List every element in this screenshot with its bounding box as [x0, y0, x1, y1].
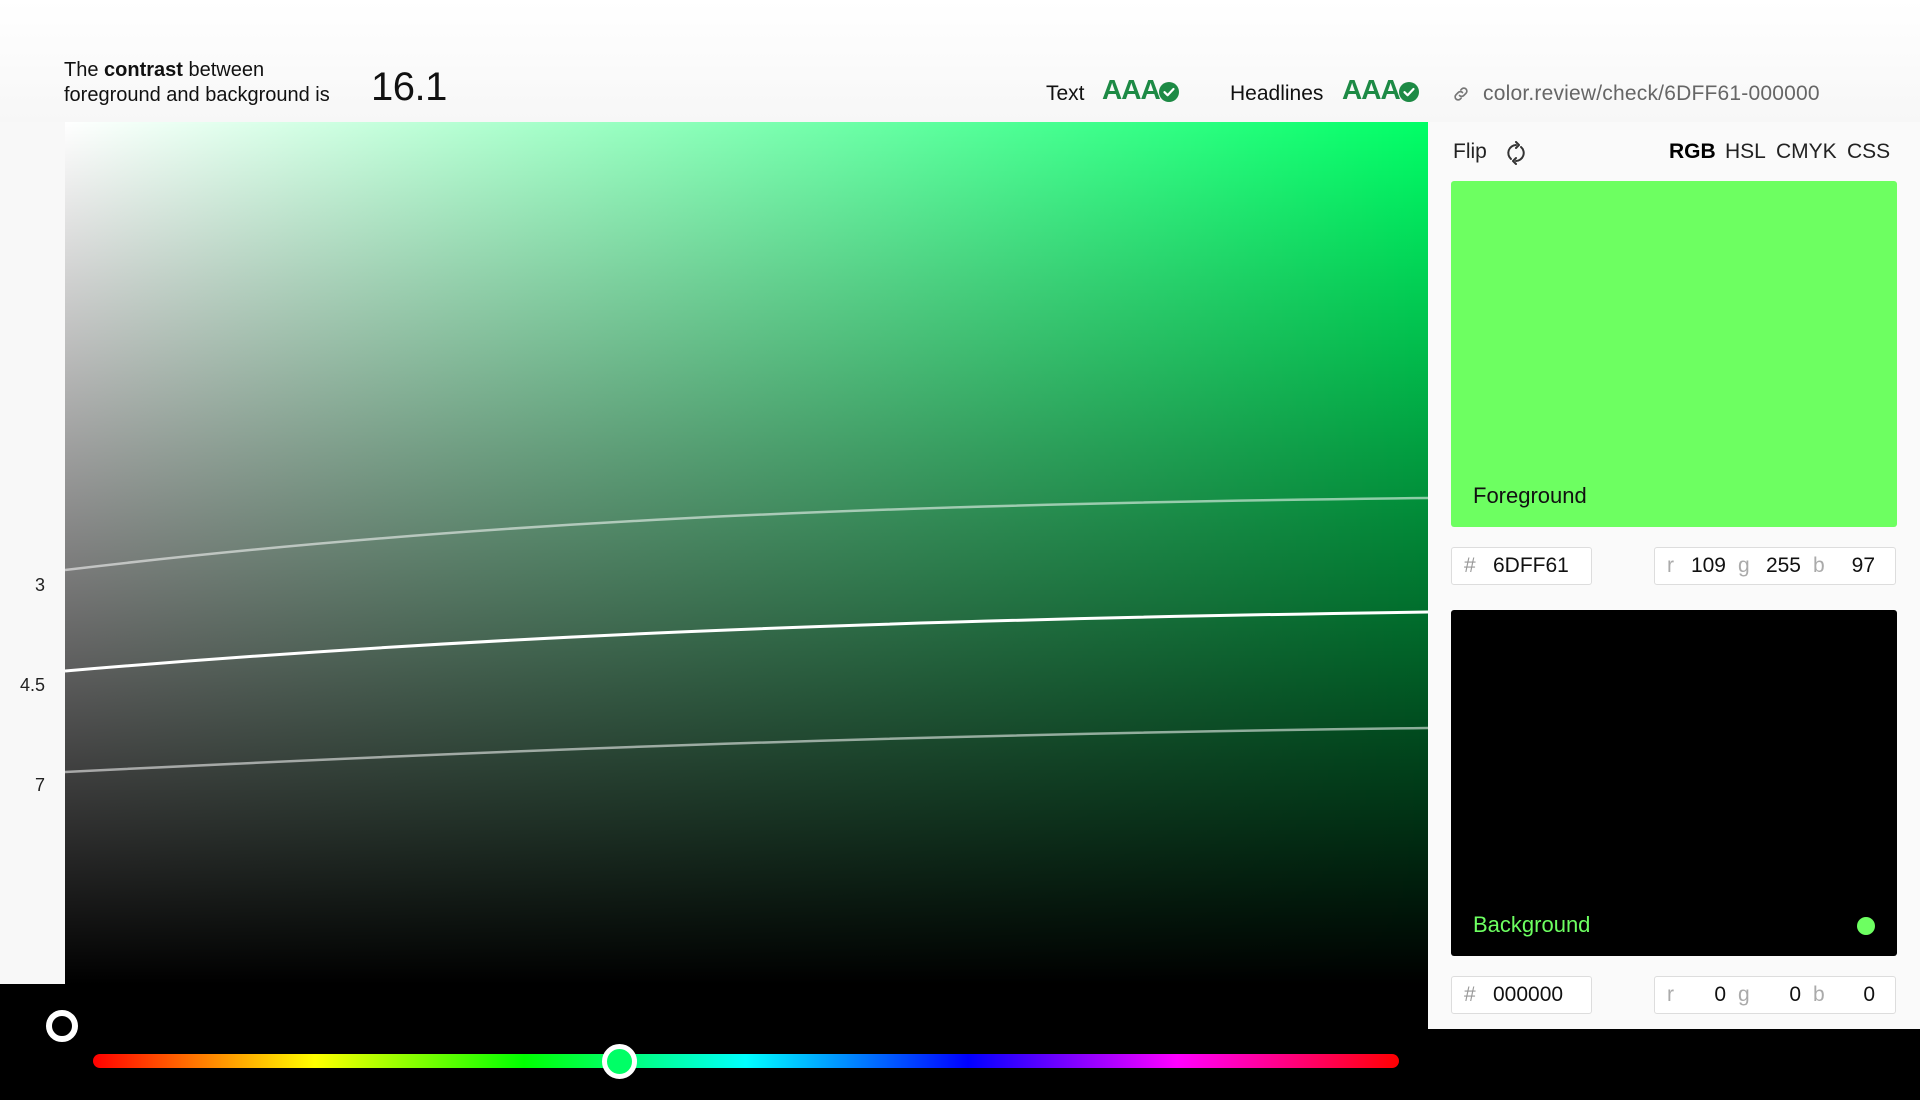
foreground-b-value[interactable]: 97 — [1835, 554, 1875, 578]
foreground-rgb-input[interactable]: r 109 g 255 b 97 — [1654, 547, 1896, 585]
background-rgb-input[interactable]: r 0 g 0 b 0 — [1654, 976, 1896, 1014]
r-label: r — [1667, 554, 1674, 577]
color-panel: Flip RGB HSL CMYK CSS Foreground # 6DFF6… — [1428, 122, 1920, 1029]
color-picker-area[interactable] — [65, 122, 1428, 984]
background-hex-value[interactable]: 000000 — [1493, 983, 1563, 1007]
check-circle-icon — [1399, 82, 1419, 102]
foreground-swatch[interactable]: Foreground — [1451, 181, 1897, 527]
contrast-bold-word: contrast — [104, 59, 183, 81]
ratio-label-4-5: 4.5 — [20, 675, 46, 695]
background-label: Background — [1473, 912, 1591, 937]
link-icon[interactable] — [1452, 85, 1470, 103]
share-link[interactable]: color.review/check/6DFF61-000000 — [1483, 82, 1820, 106]
headlines-rating-label: Headlines — [1230, 82, 1324, 105]
tab-rgb[interactable]: RGB — [1669, 140, 1716, 164]
background-r-value[interactable]: 0 — [1690, 983, 1726, 1007]
g-label: g — [1738, 554, 1750, 577]
foreground-label: Foreground — [1473, 483, 1587, 508]
background-hex-input[interactable]: # 000000 — [1451, 976, 1592, 1014]
hue-slider-track[interactable] — [93, 1054, 1399, 1068]
b-label: b — [1813, 554, 1825, 577]
foreground-hex-value[interactable]: 6DFF61 — [1493, 554, 1569, 578]
hue-slider-handle[interactable] — [602, 1044, 637, 1079]
text-rating-value: AAA — [1102, 74, 1161, 105]
ratio-label-3: 3 — [35, 575, 46, 595]
hash-label: # — [1464, 983, 1476, 1006]
r-label: r — [1667, 983, 1674, 1006]
background-b-value[interactable]: 0 — [1835, 983, 1875, 1007]
contrast-curve-4-5 — [65, 610, 1428, 673]
ratio-scale — [0, 122, 65, 984]
tab-hsl[interactable]: HSL — [1725, 140, 1766, 164]
b-label: b — [1813, 983, 1825, 1006]
headlines-rating-value: AAA — [1342, 74, 1401, 105]
text-rating-label: Text — [1046, 82, 1085, 105]
background-g-value[interactable]: 0 — [1761, 983, 1801, 1007]
contrast-curve-7 — [65, 726, 1428, 774]
foreground-r-value[interactable]: 109 — [1690, 554, 1726, 578]
check-circle-icon — [1159, 82, 1179, 102]
g-label: g — [1738, 983, 1750, 1006]
foreground-hex-input[interactable]: # 6DFF61 — [1451, 547, 1592, 585]
background-color-marker[interactable] — [46, 1010, 78, 1042]
background-swatch[interactable]: Background — [1451, 610, 1897, 956]
tab-css[interactable]: CSS — [1847, 140, 1890, 164]
contrast-curve-3 — [65, 496, 1428, 572]
contrast-description: The contrast between foreground and backg… — [64, 59, 330, 106]
foreground-g-value[interactable]: 255 — [1761, 554, 1801, 578]
active-indicator-dot — [1857, 917, 1875, 935]
hash-label: # — [1464, 554, 1476, 577]
flip-icon[interactable] — [1504, 141, 1528, 165]
contrast-ratio-value: 16.1 — [371, 65, 447, 109]
tab-cmyk[interactable]: CMYK — [1776, 140, 1837, 164]
ratio-label-7: 7 — [35, 775, 46, 795]
flip-button[interactable]: Flip — [1453, 140, 1487, 164]
contrast-curves — [65, 496, 1428, 774]
